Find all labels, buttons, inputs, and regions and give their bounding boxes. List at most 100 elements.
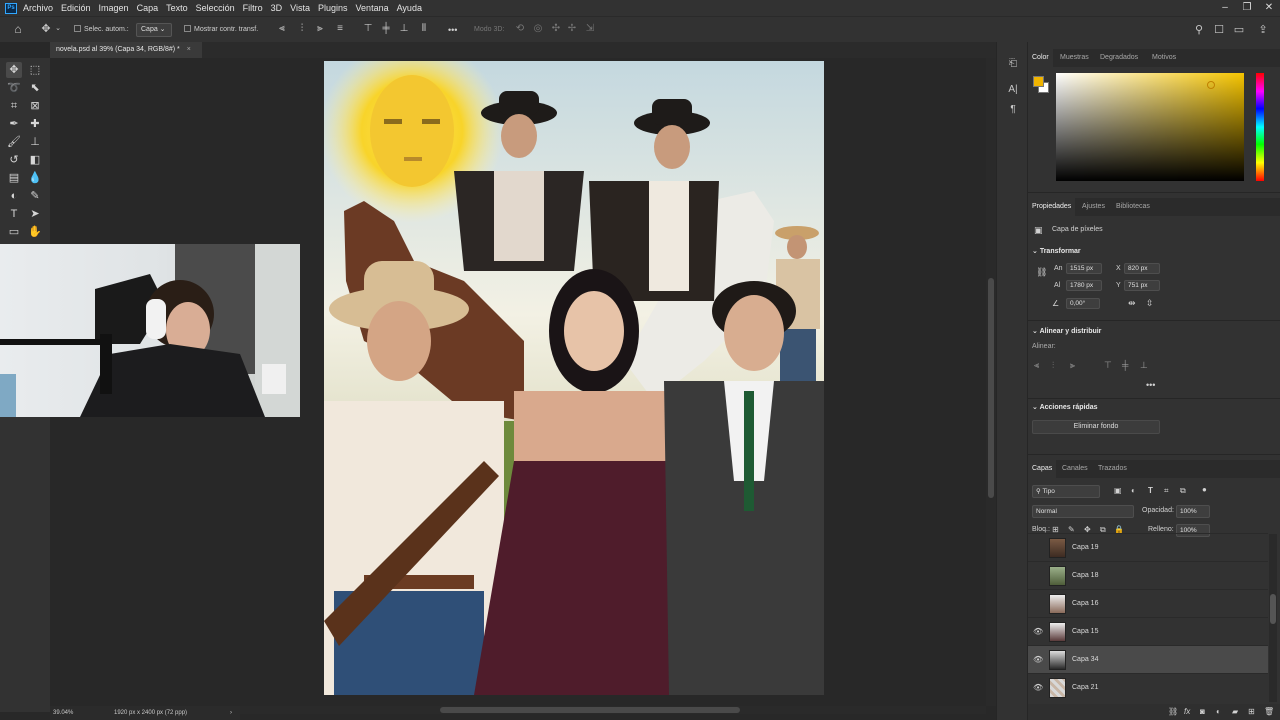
visibility-toggle[interactable] xyxy=(1033,571,1043,581)
menu-texto[interactable]: Texto xyxy=(166,3,188,13)
x-field[interactable]: 820 px xyxy=(1124,263,1160,274)
pan-3d-icon[interactable]: ✣ xyxy=(550,23,562,34)
history-brush-tool-icon[interactable]: ↺ xyxy=(6,152,22,168)
align-bottom-edges-icon[interactable]: ⊥ xyxy=(1140,360,1148,371)
menu-archivo[interactable]: Archivo xyxy=(23,3,53,13)
opacity-field[interactable]: 100% xyxy=(1176,505,1210,518)
quick-actions-toggle[interactable]: ⌄ Acciones rápidas xyxy=(1032,403,1098,411)
healing-tool-icon[interactable]: ✚ xyxy=(27,116,43,132)
layers-scroll-thumb[interactable] xyxy=(1270,594,1276,624)
tab-bibliotecas[interactable]: Bibliotecas xyxy=(1116,198,1150,216)
foreground-color-swatch[interactable] xyxy=(1033,76,1044,87)
zoom-level[interactable]: 39.04% xyxy=(53,706,73,720)
menu-edicion[interactable]: Edición xyxy=(61,3,91,13)
layer-row-selected[interactable]: 👁 Capa 34 xyxy=(1028,645,1268,673)
layer-filter-dropdown[interactable]: ⚲ Tipo xyxy=(1032,485,1100,498)
visibility-toggle[interactable]: 👁 xyxy=(1033,655,1043,665)
tab-ajustes[interactable]: Ajustes xyxy=(1082,198,1105,216)
gradient-tool-icon[interactable]: ▤ xyxy=(6,170,22,186)
filter-toggle-icon[interactable]: ● xyxy=(1202,485,1207,494)
move-tool-icon[interactable]: ✥ xyxy=(6,62,22,78)
add-mask-icon[interactable]: ◙ xyxy=(1200,707,1205,716)
align-v-centers-icon[interactable]: ╪ xyxy=(1122,360,1128,370)
auto-select-checkbox[interactable]: Selec. autom.: xyxy=(74,17,129,43)
horizontal-scrollbar[interactable] xyxy=(240,706,986,714)
tab-trazados[interactable]: Trazados xyxy=(1098,460,1127,478)
close-icon[interactable]: ✕ xyxy=(1258,0,1280,16)
visibility-toggle[interactable] xyxy=(1033,599,1043,609)
color-picker-cursor[interactable] xyxy=(1207,81,1215,89)
menu-capa[interactable]: Capa xyxy=(137,3,159,13)
hand-tool-icon[interactable]: ✋ xyxy=(27,224,43,240)
scale-3d-icon[interactable]: ⇲ xyxy=(584,23,596,34)
menu-ventana[interactable]: Ventana xyxy=(356,3,389,13)
marquee-tool-icon[interactable]: ⬚ xyxy=(27,62,43,78)
workspace-icon[interactable]: ▭ xyxy=(1232,23,1246,36)
move-icon[interactable]: ✥ xyxy=(38,22,54,35)
document-tab[interactable]: novela.psd al 39% (Capa 34, RGB/8#) * × xyxy=(50,42,202,58)
transform-section-toggle[interactable]: ⌄ Transformar xyxy=(1032,247,1081,255)
paragraph-icon[interactable]: ¶ xyxy=(1007,104,1019,115)
tab-capas[interactable]: Capas xyxy=(1028,460,1057,478)
close-tab-icon[interactable]: × xyxy=(187,46,191,53)
roll-3d-icon[interactable]: ◎ xyxy=(532,23,544,34)
layer-row[interactable]: 👁 Capa 21 xyxy=(1028,673,1268,701)
align-bottom-icon[interactable]: ⊥ xyxy=(398,23,410,34)
new-adjustment-icon[interactable]: ◐ xyxy=(1216,707,1221,716)
visibility-toggle[interactable]: 👁 xyxy=(1033,683,1043,693)
layer-row[interactable]: Capa 18 xyxy=(1028,561,1268,589)
learn-icon[interactable]: ☐ xyxy=(1212,23,1226,36)
layer-row[interactable]: 👁 Capa 15 xyxy=(1028,617,1268,645)
menu-filtro[interactable]: Filtro xyxy=(243,3,263,13)
menu-plugins[interactable]: Plugins xyxy=(318,3,348,13)
new-group-icon[interactable]: ▰ xyxy=(1232,707,1238,716)
align-left-edges-icon[interactable]: ⫷ xyxy=(1034,360,1039,371)
menu-imagen[interactable]: Imagen xyxy=(99,3,129,13)
hue-slider[interactable] xyxy=(1256,73,1264,181)
visibility-toggle[interactable]: 👁 xyxy=(1033,627,1043,637)
link-layers-icon[interactable]: ⛓ xyxy=(1168,707,1178,716)
path-select-tool-icon[interactable]: ➤ xyxy=(27,206,43,222)
filter-pixel-icon[interactable]: ▣ xyxy=(1114,486,1122,495)
filter-adjustment-icon[interactable]: ◐ xyxy=(1131,486,1136,495)
more-options-icon[interactable]: ••• xyxy=(448,17,457,43)
tab-motivos[interactable]: Motivos xyxy=(1152,49,1176,67)
horizontal-scroll-thumb[interactable] xyxy=(440,707,740,713)
frame-tool-icon[interactable]: ⊠ xyxy=(27,98,43,114)
y-field[interactable]: 751 px xyxy=(1124,280,1160,291)
tab-propiedades[interactable]: Propiedades xyxy=(1028,198,1076,216)
orbit-3d-icon[interactable]: ⟲ xyxy=(514,23,526,34)
search-icon[interactable]: ⚲ xyxy=(1192,23,1206,36)
history-icon[interactable]: ⎗ xyxy=(1007,58,1019,69)
lasso-tool-icon[interactable]: ➰ xyxy=(6,80,22,96)
chevron-down-icon[interactable]: ⌄ xyxy=(54,24,62,32)
align-section-toggle[interactable]: ⌄ Alinear y distribuir xyxy=(1032,327,1101,335)
flip-horizontal-icon[interactable]: ⇹ xyxy=(1128,298,1136,309)
blend-mode-dropdown[interactable]: Normal xyxy=(1032,505,1134,518)
blur-tool-icon[interactable]: 💧 xyxy=(27,170,43,186)
flip-vertical-icon[interactable]: ⇳ xyxy=(1146,298,1154,309)
slide-3d-icon[interactable]: ✢ xyxy=(566,23,578,34)
status-menu-arrow[interactable]: › xyxy=(230,706,232,720)
vertical-scrollbar[interactable] xyxy=(986,58,996,706)
layer-style-icon[interactable]: fx xyxy=(1184,707,1190,716)
layers-scrollbar[interactable] xyxy=(1269,534,1277,702)
new-layer-icon[interactable]: ⊞ xyxy=(1248,707,1255,716)
minimize-icon[interactable]: – xyxy=(1214,0,1236,16)
eraser-tool-icon[interactable]: ◧ xyxy=(27,152,43,168)
dodge-tool-icon[interactable]: ◐ xyxy=(6,188,22,204)
align-middle-v-icon[interactable]: ╪ xyxy=(380,23,392,34)
distribute-icon[interactable]: ≡ xyxy=(334,23,346,34)
align-right-icon[interactable]: ⫸ xyxy=(314,23,326,34)
angle-field[interactable]: 0,00° xyxy=(1066,298,1100,309)
height-field[interactable]: 1780 px xyxy=(1066,280,1102,291)
filter-smart-object-icon[interactable]: ⧉ xyxy=(1180,486,1186,496)
link-dimensions-icon[interactable]: ⛓ xyxy=(1036,267,1047,278)
delete-layer-icon[interactable]: 🗑 xyxy=(1264,707,1274,716)
color-field[interactable] xyxy=(1056,73,1244,181)
object-select-tool-icon[interactable]: ⬉ xyxy=(27,80,43,96)
crop-tool-icon[interactable]: ⌗ xyxy=(6,98,22,114)
vertical-scroll-thumb[interactable] xyxy=(988,278,994,498)
layer-row[interactable]: Capa 19 xyxy=(1028,533,1268,561)
distribute-v-icon[interactable]: ⦀ xyxy=(418,23,430,34)
